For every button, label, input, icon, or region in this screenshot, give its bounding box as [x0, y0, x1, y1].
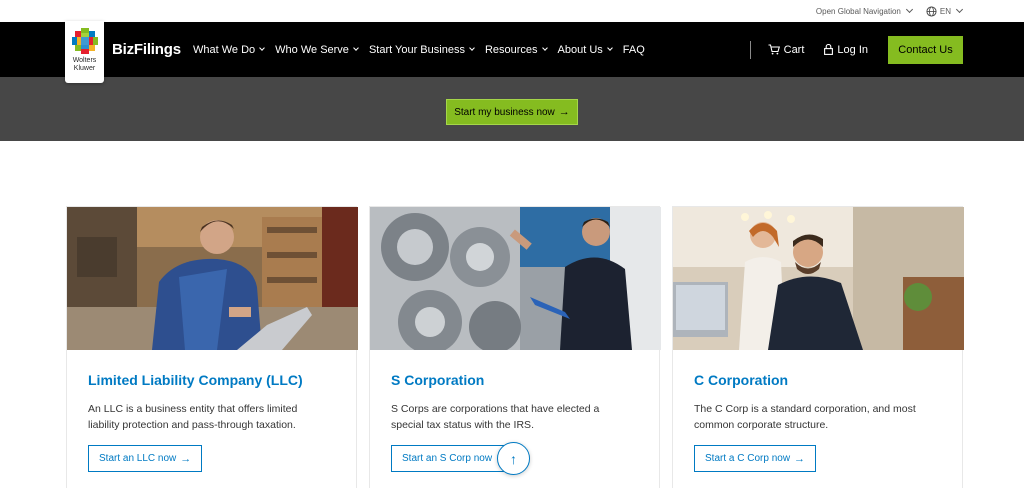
start-c-corp-button[interactable]: Start a C Corp now → [694, 445, 817, 472]
arrow-right-icon: → [558, 106, 570, 118]
globe-icon [926, 5, 937, 17]
card-title[interactable]: C Corporation [694, 372, 941, 388]
utility-bar: Open Global Navigation EN [0, 0, 1024, 22]
chevron-down-icon [955, 5, 964, 14]
chevron-down-icon [259, 45, 265, 51]
chevron-down-icon [905, 5, 913, 14]
wolters-kluwer-logo[interactable]: Wolters Kluwer [65, 21, 104, 83]
card-title[interactable]: S Corporation [391, 372, 638, 388]
global-nav-label: Open Global Navigation [815, 6, 901, 16]
nav-actions: Cart Log In Contact Us [749, 35, 963, 64]
chevron-down-icon [469, 45, 475, 51]
cart-icon [768, 44, 780, 55]
logo-text: Wolters Kluwer [73, 57, 97, 73]
nav-label: FAQ [622, 43, 645, 56]
brand-name[interactable]: BizFilings [112, 41, 181, 58]
card-image-c-corp [673, 207, 964, 350]
main-navigation: Wolters Kluwer BizFilings What We Do Who… [0, 21, 1024, 83]
hero-band: Start my business now → [0, 77, 1024, 141]
card-title[interactable]: Limited Liability Company (LLC) [88, 372, 335, 388]
card-image-s-corp [370, 207, 661, 350]
card-body: Limited Liability Company (LLC) An LLC i… [67, 350, 356, 472]
card-c-corp: C Corporation The C Corp is a standard c… [672, 206, 964, 488]
card-cta-label: Start an S Corp now [402, 453, 493, 464]
nav-label: About Us [557, 43, 603, 56]
back-to-top-button[interactable]: ↑ [497, 442, 530, 475]
card-description: The C Corp is a standard corporation, an… [694, 403, 916, 431]
nav-who-we-serve[interactable]: Who We Serve [275, 43, 359, 56]
card-description: S Corps are corporations that have elect… [391, 403, 600, 431]
language-selector[interactable]: EN [926, 5, 964, 17]
nav-about-us[interactable]: About Us [557, 43, 613, 56]
nav-label: Who We Serve [275, 43, 349, 56]
nav-divider [749, 40, 751, 59]
nav-label: Resources [484, 43, 538, 56]
card-llc: Limited Liability Company (LLC) An LLC i… [66, 206, 358, 488]
start-llc-button[interactable]: Start an LLC now → [88, 445, 203, 472]
nav-label: Start Your Business [368, 43, 465, 56]
chevron-down-icon [353, 45, 359, 51]
nav-faq[interactable]: FAQ [623, 44, 645, 56]
primary-nav-links: What We Do Who We Serve Start Your Busin… [193, 44, 645, 56]
start-my-business-button[interactable]: Start my business now → [446, 99, 578, 125]
arrow-up-icon: ↑ [510, 450, 517, 467]
wolters-kluwer-mark-icon [71, 28, 98, 54]
cart-link[interactable]: Cart [768, 43, 805, 56]
nav-what-we-do[interactable]: What We Do [193, 43, 265, 56]
logo-text-line2: Kluwer [73, 65, 96, 72]
card-image-llc [67, 207, 358, 350]
nav-label: What We Do [193, 43, 256, 56]
nav-start-your-business[interactable]: Start Your Business [368, 43, 475, 56]
login-label: Log In [837, 43, 868, 56]
card-body: C Corporation The C Corp is a standard c… [673, 350, 962, 472]
card-description: An LLC is a business entity that offers … [88, 403, 298, 431]
arrow-right-icon: → [794, 452, 806, 465]
nav-resources[interactable]: Resources [484, 43, 548, 56]
language-label: EN [939, 6, 951, 16]
card-cta-label: Start an LLC now [99, 453, 177, 464]
card-cta-label: Start a C Corp now [705, 453, 791, 464]
cart-label: Cart [783, 43, 805, 56]
open-global-navigation-button[interactable]: Open Global Navigation [815, 5, 913, 16]
contact-us-button[interactable]: Contact Us [888, 35, 963, 64]
hero-cta-label: Start my business now [454, 106, 555, 118]
logo-text-line1: Wolters [72, 57, 97, 64]
lock-icon [824, 44, 834, 55]
chevron-down-icon [606, 45, 613, 51]
chevron-down-icon [541, 45, 548, 51]
login-link[interactable]: Log In [824, 44, 868, 56]
arrow-right-icon: → [180, 452, 192, 465]
